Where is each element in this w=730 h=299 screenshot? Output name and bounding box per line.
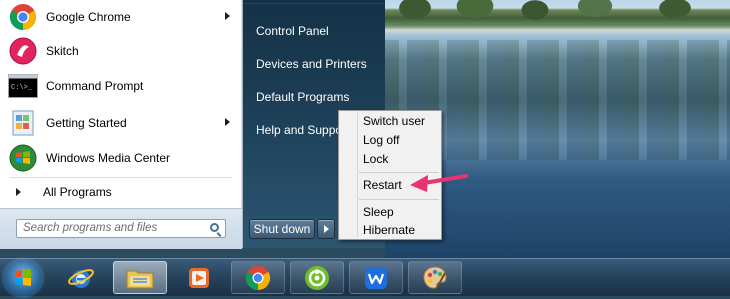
windows-logo-icon bbox=[15, 269, 31, 286]
wps-office-icon bbox=[365, 266, 387, 289]
all-programs-button[interactable]: All Programs bbox=[4, 181, 238, 203]
program-item-windows-media-center[interactable]: Windows Media Center bbox=[4, 141, 238, 175]
internet-explorer-icon bbox=[68, 268, 94, 288]
getting-started-icon bbox=[8, 108, 38, 138]
program-item-skitch[interactable]: Skitch bbox=[4, 34, 238, 68]
menu-item-lock[interactable]: Lock bbox=[363, 152, 388, 166]
taskbar-wps-office[interactable] bbox=[349, 261, 403, 294]
menu-divider bbox=[243, 3, 383, 4]
menu-item-hibernate[interactable]: Hibernate bbox=[363, 223, 415, 237]
program-label: Command Prompt bbox=[46, 79, 144, 93]
camera-shot-icon bbox=[305, 265, 329, 290]
taskbar-paint[interactable] bbox=[408, 261, 462, 294]
taskbar-google-chrome[interactable] bbox=[231, 261, 285, 294]
program-label: Getting Started bbox=[46, 116, 127, 130]
annotation-arrow-icon bbox=[410, 174, 468, 192]
command-prompt-icon: C:\>_ bbox=[8, 71, 38, 101]
search-input[interactable]: Search programs and files bbox=[16, 219, 226, 238]
skitch-icon bbox=[8, 36, 38, 66]
start-menu-programs-pane: Google Chrome Skitch C:\>_ Command Promp… bbox=[0, 0, 243, 249]
program-label: Skitch bbox=[46, 44, 79, 58]
folder-icon bbox=[126, 270, 154, 288]
menu-divider bbox=[10, 177, 232, 178]
menu-item-switch-user[interactable]: Switch user bbox=[363, 114, 425, 128]
program-item-command-prompt[interactable]: C:\>_ Command Prompt bbox=[4, 69, 238, 103]
chrome-icon bbox=[8, 2, 38, 32]
taskbar-windows-explorer[interactable] bbox=[113, 261, 167, 294]
menu-item-restart[interactable]: Restart bbox=[363, 178, 402, 192]
control-panel-link[interactable]: Control Panel bbox=[256, 24, 329, 38]
taskbar-internet-explorer[interactable] bbox=[54, 261, 108, 294]
search-placeholder: Search programs and files bbox=[23, 222, 158, 234]
program-label: Google Chrome bbox=[46, 10, 131, 24]
menu-item-log-off[interactable]: Log off bbox=[363, 133, 399, 147]
menu-item-sleep[interactable]: Sleep bbox=[363, 205, 394, 219]
search-area: Search programs and files bbox=[0, 208, 242, 249]
start-button[interactable] bbox=[4, 260, 42, 296]
windows-media-center-icon bbox=[8, 143, 38, 173]
all-programs-label: All Programs bbox=[43, 185, 112, 199]
media-player-icon bbox=[189, 267, 209, 288]
expand-arrow-icon bbox=[16, 188, 21, 196]
program-item-google-chrome[interactable]: Google Chrome bbox=[4, 0, 238, 34]
submenu-arrow-icon bbox=[225, 118, 230, 126]
submenu-arrow-icon bbox=[225, 12, 230, 20]
shutdown-button[interactable]: Shut down bbox=[249, 219, 315, 239]
program-label: Windows Media Center bbox=[46, 151, 171, 165]
search-icon bbox=[210, 223, 219, 232]
help-and-support-link[interactable]: Help and Support bbox=[256, 123, 349, 137]
paint-palette-icon bbox=[423, 265, 447, 289]
shutdown-options-button[interactable] bbox=[317, 219, 335, 239]
menu-gutter bbox=[357, 113, 358, 237]
chrome-icon bbox=[245, 265, 271, 290]
taskbar bbox=[0, 258, 730, 296]
taskbar-media-player[interactable] bbox=[172, 261, 226, 294]
program-item-getting-started[interactable]: Getting Started bbox=[4, 106, 238, 140]
default-programs-link[interactable]: Default Programs bbox=[256, 90, 349, 104]
menu-separator bbox=[359, 199, 439, 200]
svg-text:C:\>_: C:\>_ bbox=[11, 84, 33, 92]
taskbar-greenshot[interactable] bbox=[290, 261, 344, 294]
wallpaper-trees bbox=[385, 0, 730, 28]
devices-and-printers-link[interactable]: Devices and Printers bbox=[256, 57, 367, 71]
